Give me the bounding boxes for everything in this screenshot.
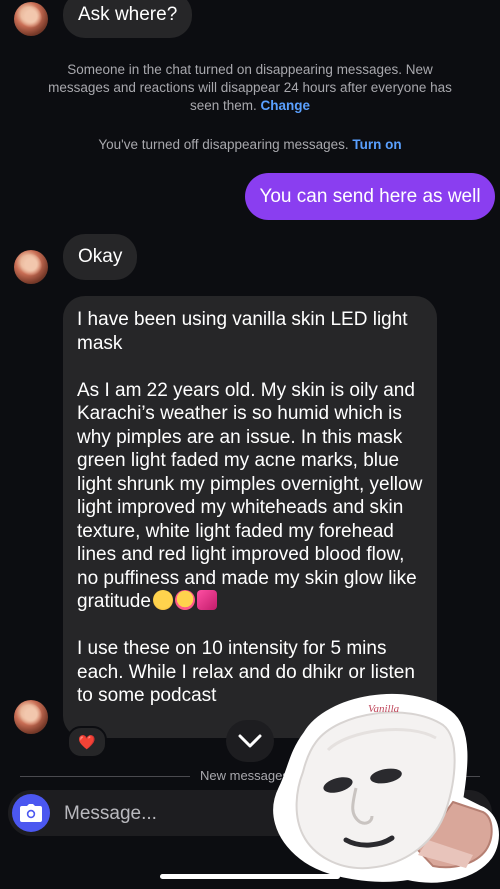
message-bubble-outgoing[interactable]: You can send here as well: [245, 173, 495, 220]
smiling-face-hearts-emoji-icon: [174, 590, 195, 610]
message-paragraph: I have been using vanilla skin LED light…: [77, 309, 408, 354]
change-link[interactable]: Change: [261, 98, 311, 113]
chevron-down-icon: [238, 734, 262, 748]
turn-on-link[interactable]: Turn on: [352, 137, 401, 152]
camera-icon: [20, 804, 42, 822]
home-indicator: [160, 874, 340, 879]
divider-line-left: [20, 776, 190, 777]
disappearing-off-notice: You've turned off disappearing messages.…: [40, 136, 460, 154]
heart-eyes-emoji-icon: [152, 590, 173, 610]
notice-text: You've turned off disappearing messages.: [98, 137, 349, 152]
contact-avatar[interactable]: [14, 700, 48, 734]
message-bubble-incoming-long[interactable]: I have been using vanilla skin LED light…: [63, 296, 437, 738]
message-bubble-incoming[interactable]: Okay: [63, 234, 138, 280]
message-paragraph: As I am 22 years old. My skin is oily an…: [77, 379, 423, 613]
message-text: Okay: [78, 246, 123, 268]
led-mask-sticker: Vanilla: [273, 693, 499, 883]
message-text: You can send here as well: [259, 185, 481, 207]
contact-avatar[interactable]: [14, 2, 48, 36]
camera-button[interactable]: [12, 794, 50, 832]
disappearing-messages-notice: Someone in the chat turned on disappeari…: [40, 61, 460, 115]
scroll-to-bottom-button[interactable]: [226, 720, 274, 762]
contact-avatar[interactable]: [14, 250, 48, 284]
sticker-brand-logo: Vanilla: [368, 703, 400, 715]
notice-text: Someone in the chat turned on disappeari…: [48, 62, 452, 113]
message-bubble-incoming[interactable]: Ask where?: [63, 0, 193, 38]
message-text: Ask where?: [78, 4, 178, 26]
sparkling-heart-emoji-icon: [196, 590, 217, 610]
heart-reaction-icon[interactable]: ❤️: [67, 726, 107, 758]
